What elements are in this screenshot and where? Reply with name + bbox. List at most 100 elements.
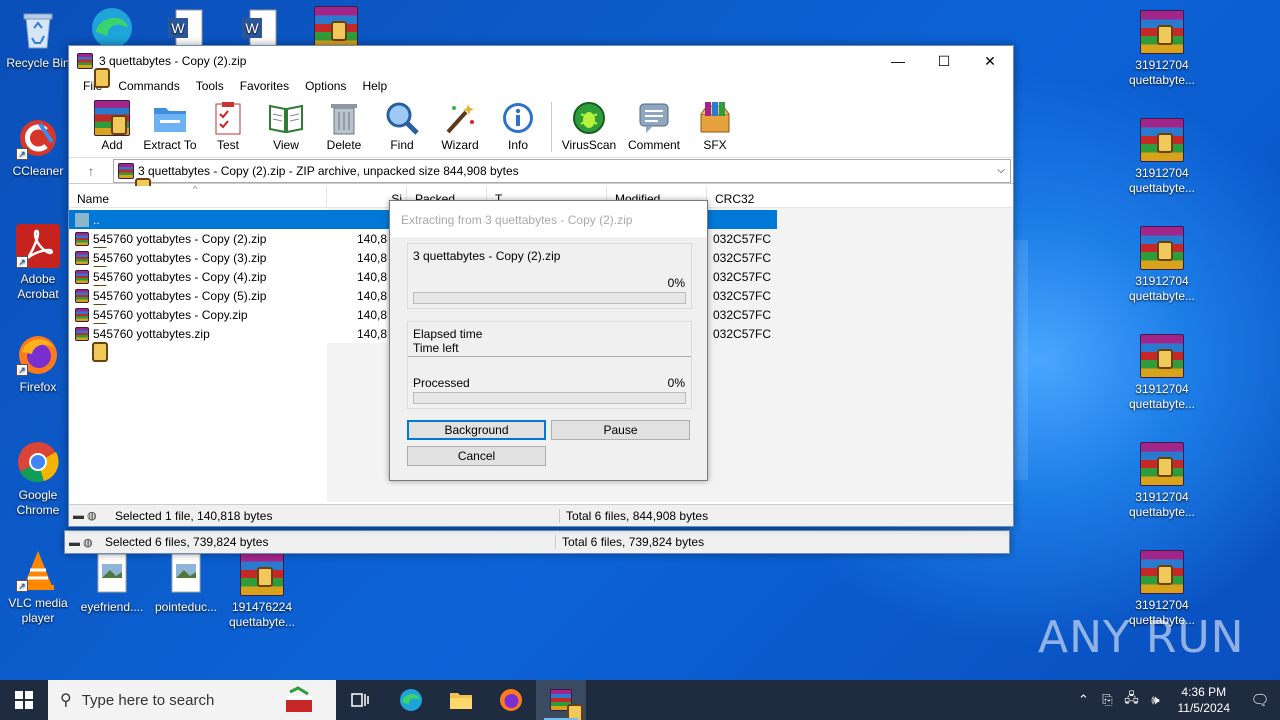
network-drive-icon[interactable]: ⎘	[1096, 692, 1120, 708]
test-clipboard-icon	[210, 100, 246, 136]
zip-file-icon	[75, 250, 108, 286]
desktop-icon-winrar-archive[interactable]: 191476224 quettabyte...	[224, 552, 300, 630]
column-crc32[interactable]: CRC32	[707, 186, 777, 207]
background-winrar-window[interactable]: ▬ ◍ Selected 6 files, 739,824 bytes Tota…	[64, 530, 1010, 554]
maximize-button[interactable]: ☐	[921, 46, 967, 76]
column-name[interactable]: Name ^	[69, 184, 327, 207]
drive-icon: ▬ ◍	[69, 536, 93, 549]
menu-help[interactable]: Help	[354, 79, 395, 93]
firefox-icon: ↗	[16, 332, 60, 376]
desktop-icon-winrar-archive[interactable]: 31912704 quettabyte...	[1124, 226, 1200, 304]
network-icon[interactable]: 🖧	[1120, 689, 1144, 711]
desktop-icon-firefox[interactable]: ↗ Firefox	[0, 332, 76, 395]
desktop-icon-image[interactable]: pointeduc...	[148, 552, 224, 615]
vlc-icon: ↗	[16, 548, 60, 592]
time-left-label: Time left	[413, 341, 459, 355]
desktop-icon-winrar-archive[interactable]: 31912704 quettabyte...	[1124, 10, 1200, 88]
file-progress-bar	[413, 292, 686, 304]
desktop-icon-winrar-archive[interactable]: 31912704 quettabyte...	[1124, 334, 1200, 412]
table-row[interactable]: 545760 yottabytes.zip 140,8 032C57FC	[69, 324, 771, 362]
taskbar-edge-button[interactable]	[386, 680, 436, 720]
toolbar-sfx-button[interactable]: SFX	[686, 96, 744, 152]
task-view-button[interactable]	[336, 680, 386, 720]
winrar-archive-icon	[1140, 334, 1184, 378]
image-file-icon	[164, 552, 208, 596]
winrar-icon	[550, 689, 583, 720]
minimize-button[interactable]: —	[875, 46, 921, 76]
winrar-archive-icon	[1140, 118, 1184, 162]
winrar-archive-icon	[1140, 226, 1184, 270]
desktop-icon-label: 31912704 quettabyte...	[1128, 166, 1196, 195]
menu-options[interactable]: Options	[297, 79, 354, 93]
window-title: 3 quettabytes - Copy (2).zip	[99, 54, 247, 68]
desktop-icon-chrome[interactable]: Google Chrome	[0, 440, 76, 518]
menu-favorites[interactable]: Favorites	[232, 79, 297, 93]
desktop-icon-label: 31912704 quettabyte...	[1128, 490, 1196, 519]
toolbar-wizard-button[interactable]: Wizard	[431, 96, 489, 152]
status-selected: Selected 1 file, 140,818 bytes	[115, 508, 273, 523]
file-crc: 032C57FC	[713, 250, 772, 265]
shortcut-arrow-icon: ↗	[16, 148, 28, 160]
desktop-icon-label: CCleaner	[12, 164, 64, 178]
toolbar-view-button[interactable]: View	[257, 96, 315, 152]
word-document-icon: W	[164, 6, 208, 50]
file-size: 140,8	[356, 250, 387, 265]
trash-icon	[326, 100, 362, 136]
desktop-icon-image[interactable]: eyefriend....	[74, 552, 150, 615]
sort-arrow-icon: ^	[193, 184, 198, 194]
clock[interactable]: 4:36 PM 11/5/2024	[1168, 684, 1241, 716]
notification-icon[interactable]: 🗨	[1240, 691, 1280, 709]
menu-commands[interactable]: Commands	[110, 79, 187, 93]
toolbar-separator	[551, 102, 552, 152]
table-row[interactable]: 545760 yottabytes - Copy (5).zip 140,8 0…	[69, 286, 771, 324]
menu-tools[interactable]: Tools	[188, 79, 232, 93]
toolbar-test-button[interactable]: Test	[199, 96, 257, 152]
toolbar-label: Find	[390, 138, 414, 152]
desktop-icon-ccleaner[interactable]: ↗ CCleaner	[0, 116, 76, 179]
desktop-icon-vlc[interactable]: ↗ VLC media player	[0, 548, 76, 626]
taskbar-winrar-button[interactable]	[536, 680, 586, 720]
toolbar-label: Wizard	[441, 138, 479, 152]
taskbar-search-box[interactable]: ⚲ Type here to search	[48, 680, 336, 720]
image-file-icon	[90, 552, 134, 596]
table-row[interactable]: 545760 yottabytes - Copy.zip 140,8 032C5…	[69, 305, 771, 343]
search-highlight-icon	[282, 686, 316, 714]
toolbar-label: Add	[101, 138, 123, 152]
taskbar-firefox-button[interactable]	[486, 680, 536, 720]
desktop-icon-recycle-bin[interactable]: Recycle Bin	[0, 8, 76, 71]
pause-button[interactable]: Pause	[551, 420, 690, 440]
winrar-archive-icon	[314, 6, 358, 50]
toolbar-comment-button[interactable]: Comment	[622, 96, 686, 152]
toolbar-find-button[interactable]: Find	[373, 96, 431, 152]
winrar-archive-icon	[240, 552, 284, 596]
title-bar[interactable]: 3 quettabytes - Copy (2).zip — ☐ ✕	[69, 46, 1013, 88]
chevron-down-icon[interactable]: ⌵	[992, 165, 1010, 176]
svg-text:W: W	[171, 20, 185, 36]
taskbar-explorer-button[interactable]	[436, 680, 486, 720]
toolbar-delete-button[interactable]: Delete	[315, 96, 373, 152]
ccleaner-icon: ↗	[16, 116, 60, 160]
cancel-button[interactable]: Cancel	[407, 446, 546, 466]
toolbar-extract-to-button[interactable]: Extract To	[141, 96, 199, 152]
desktop-icon-winrar-archive[interactable]: 31912704 quettabyte...	[1124, 118, 1200, 196]
toolbar-label: Info	[507, 138, 528, 152]
table-row[interactable]: 545760 yottabytes - Copy (2).zip 140,8 0…	[69, 229, 771, 267]
address-field[interactable]: 3 quettabytes - Copy (2).zip - ZIP archi…	[113, 158, 1011, 198]
table-row[interactable]: 545760 yottabytes - Copy (3).zip 140,8 0…	[69, 248, 771, 286]
table-row[interactable]: 545760 yottabytes - Copy (4).zip 140,8 0…	[69, 267, 771, 305]
toolbar-info-button[interactable]: Info	[489, 96, 547, 152]
chevron-up-icon[interactable]: ⌃	[1072, 692, 1096, 708]
toolbar-virusscan-button[interactable]: VirusScan	[556, 96, 622, 152]
anyrun-watermark: ANY RUN	[1038, 612, 1245, 663]
up-arrow-icon[interactable]: ↑	[69, 163, 113, 179]
close-button[interactable]: ✕	[967, 46, 1013, 76]
start-button[interactable]	[0, 680, 48, 720]
desktop-icon-winrar-archive[interactable]: 31912704 quettabyte...	[1124, 442, 1200, 520]
background-button[interactable]: Background	[407, 420, 546, 440]
desktop-icon-acrobat[interactable]: ↗ Adobe Acrobat	[0, 224, 76, 302]
toolbar-add-button[interactable]: Add	[83, 96, 141, 152]
volume-icon[interactable]: 🕪	[1144, 692, 1168, 708]
file-size: 140,8	[356, 326, 387, 341]
extract-progress-dialog[interactable]: Extracting from 3 quettabytes - Copy (2)…	[389, 200, 708, 481]
winrar-archive-icon	[1140, 442, 1184, 486]
